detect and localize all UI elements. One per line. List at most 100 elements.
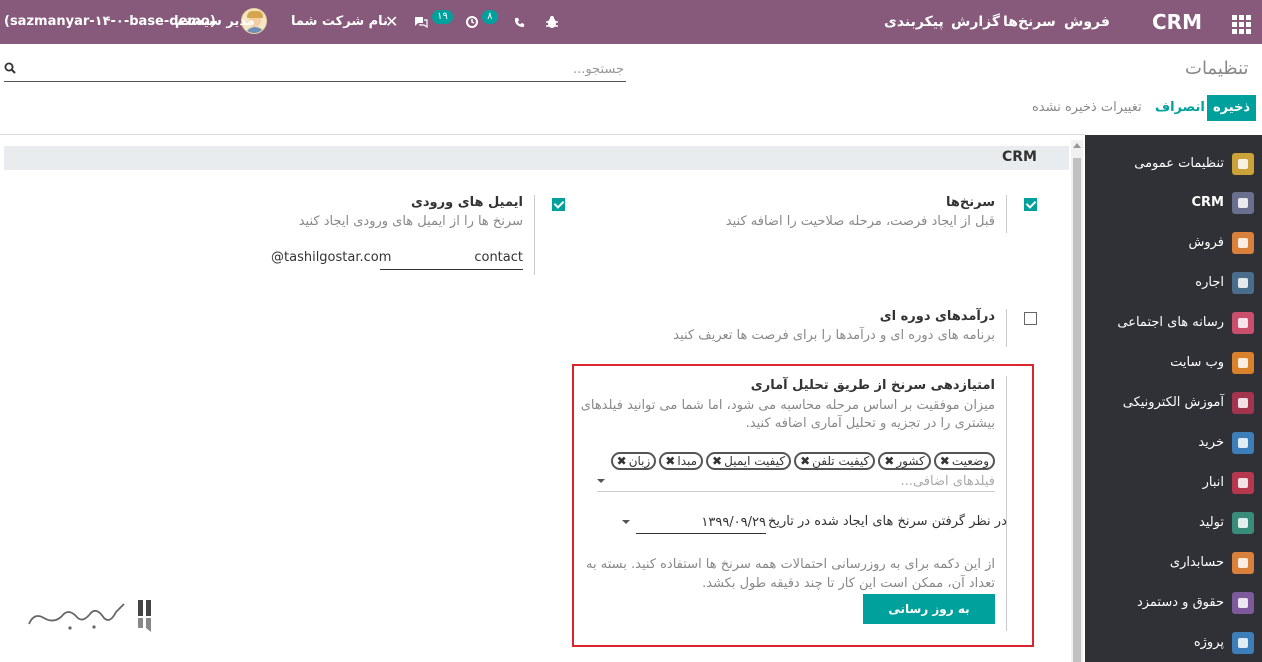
tag-remove-icon[interactable]: ✖ (940, 454, 950, 468)
watermark-logo (24, 594, 169, 639)
sidebar-item-label: وب سایت (1170, 355, 1224, 370)
activity-clock-icon[interactable]: ۸ (466, 0, 498, 44)
apps-menu-icon[interactable] (1232, 0, 1251, 44)
tag-email-quality[interactable]: کیفیت ایمیل✖ (706, 452, 792, 470)
phone-icon[interactable] (514, 0, 525, 44)
sidebar-item-label: اجاره (1195, 275, 1224, 290)
menu-leads[interactable]: سرنخ‌ها (1003, 0, 1056, 44)
scroll-up-arrow[interactable] (1073, 143, 1081, 148)
sidebar-item-label: آموزش الکترونیکی (1122, 395, 1224, 410)
email-alias-field[interactable] (380, 246, 523, 270)
settings-sidebar: تنظیمات عمومی CRM فروش اجاره رسانه های اجتما… (1085, 135, 1262, 662)
top-navbar: CRM فروش سرنخ‌ها گزارش پیکربندی ۸ ۱۹ ✕ ن… (0, 0, 1262, 44)
recurring-revenues-checkbox[interactable] (1024, 312, 1037, 325)
debug-bug-icon[interactable] (546, 0, 558, 44)
inventory-app-icon (1232, 471, 1254, 494)
scrollbar-thumb[interactable] (1073, 158, 1081, 662)
scoring-title: امتیازدهی سرنخ از طریق تحلیل آماری (750, 378, 995, 393)
menu-sales[interactable]: فروش (1064, 0, 1110, 44)
sidebar-item-label: فروش (1188, 235, 1224, 250)
sidebar-item-label: تولید (1198, 515, 1224, 530)
sidebar-item-label: CRM (1191, 195, 1225, 210)
update-help-line1: از این دکمه برای به روزرسانی احتمالات هم… (586, 557, 995, 572)
sidebar-item-label: پروژه (1193, 635, 1224, 650)
leads-checkbox[interactable] (1024, 198, 1037, 211)
sidebar-item-elearning[interactable]: آموزش الکترونیکی (1123, 383, 1254, 423)
scoring-fields-tags: وضعیت✖کشور✖کیفیت تلفن✖کیفیت ایمیل✖مبدا✖ز… (598, 452, 995, 470)
manufacturing-app-icon (1232, 511, 1254, 534)
tag-phone-quality[interactable]: کیفیت تلفن✖ (794, 452, 876, 470)
tag-remove-icon[interactable]: ✖ (665, 454, 675, 468)
purchase-app-icon (1232, 431, 1254, 454)
sales-app-icon (1232, 231, 1254, 254)
scoring-divider (1006, 376, 1007, 631)
extra-fields-select[interactable] (597, 472, 995, 492)
incoming-emails-title: ایمیل های ورودی (410, 195, 523, 210)
sidebar-item-sales[interactable]: فروش (1188, 223, 1254, 263)
incoming-emails-divider (534, 195, 535, 275)
sidebar-item-website[interactable]: وب سایت (1170, 343, 1254, 383)
sidebar-item-label: رسانه های اجتماعی (1117, 315, 1224, 330)
chevron-down-icon[interactable] (622, 520, 630, 524)
extra-fields-input[interactable] (615, 472, 995, 491)
tag-remove-icon[interactable]: ✖ (800, 454, 810, 468)
email-alias-domain: @tashilgostar.com (271, 250, 392, 265)
tag-remove-icon[interactable]: ✖ (884, 454, 894, 468)
scoring-start-date-input[interactable] (656, 512, 766, 532)
accounting-app-icon (1232, 551, 1254, 574)
leads-setting-title: سرنخ‌ها (945, 195, 995, 210)
sidebar-item-label: حسابداری (1169, 555, 1224, 570)
search-bar (4, 56, 626, 82)
sidebar-item-purchase[interactable]: خرید (1198, 423, 1254, 463)
elearning-app-icon (1232, 391, 1254, 414)
tag-source[interactable]: مبدا✖ (659, 452, 704, 470)
sidebar-item-general-settings[interactable]: تنظیمات عمومی (1134, 144, 1254, 184)
sidebar-item-project[interactable]: پروژه (1194, 623, 1254, 662)
sidebar-item-inventory[interactable]: انبار (1203, 463, 1254, 503)
search-input[interactable] (24, 58, 624, 80)
tag-country[interactable]: کشور✖ (878, 452, 931, 470)
social-marketing-app-icon (1232, 311, 1254, 334)
update-probabilities-button[interactable]: به روز رسانی احتمالات (863, 594, 995, 646)
recurring-title: درآمدهای دوره ای (879, 309, 995, 324)
rental-app-icon (1232, 271, 1254, 294)
scoring-start-date-field[interactable] (636, 512, 766, 534)
project-app-icon (1232, 631, 1254, 654)
tag-remove-icon[interactable]: ✖ (617, 454, 627, 468)
messaging-chat-icon[interactable]: ۱۹ (414, 0, 453, 44)
database-name: (sazmanyar-۱۴-۰-base-demo) (4, 14, 216, 29)
sidebar-item-crm[interactable]: CRM (1191, 183, 1254, 223)
company-switcher[interactable]: نام شرکت شما (291, 0, 388, 44)
tag-remove-icon[interactable]: ✖ (712, 454, 722, 468)
section-title: CRM (1002, 149, 1037, 165)
activity-count-badge: ۸ (482, 10, 498, 24)
crm-app-icon (1232, 191, 1254, 214)
app-brand[interactable]: CRM (1152, 0, 1202, 44)
unsaved-changes-label: تغییرات ذخیره نشده (1032, 100, 1142, 115)
scoring-desc-line1: میزان موفقیت بر اساس مرحله محاسبه می شود… (580, 398, 995, 413)
crm-section-header: CRM (4, 146, 1069, 170)
recurring-divider (1006, 309, 1007, 347)
discard-button[interactable]: انصراف (1155, 95, 1205, 121)
message-count-badge: ۱۹ (432, 10, 453, 24)
email-alias-input[interactable] (380, 246, 523, 268)
sidebar-item-payroll[interactable]: حقوق و دستمزد (1137, 583, 1254, 623)
sidebar-item-social-marketing[interactable]: رسانه های اجتماعی (1117, 303, 1254, 343)
scoring-desc-line2: بیشتری را در تجزیه و تحلیل آماری اضافه ک… (745, 416, 995, 431)
chevron-down-icon[interactable] (597, 479, 605, 483)
incoming-emails-checkbox[interactable] (552, 198, 565, 211)
menu-reporting[interactable]: گزارش (951, 0, 1000, 44)
leads-setting-desc: قبل از ایجاد فرصت، مرحله صلاحیت را اضافه… (725, 214, 995, 229)
search-icon[interactable] (4, 62, 16, 74)
recurring-desc: برنامه های دوره ای و درآمدها را برای فرص… (673, 328, 995, 343)
menu-configuration[interactable]: پیکربندی (884, 0, 944, 44)
leads-setting-divider (1006, 195, 1007, 233)
save-button[interactable]: ذخیره (1207, 95, 1257, 121)
page-title: تنظیمات (1185, 58, 1249, 79)
website-app-icon (1232, 351, 1254, 374)
tag-state[interactable]: وضعیت✖ (933, 452, 995, 470)
sidebar-item-rental[interactable]: اجاره (1195, 263, 1254, 303)
sidebar-item-manufacturing[interactable]: تولید (1199, 503, 1254, 543)
tag-language[interactable]: زبان✖ (610, 452, 657, 470)
sidebar-item-accounting[interactable]: حسابداری (1170, 543, 1254, 583)
